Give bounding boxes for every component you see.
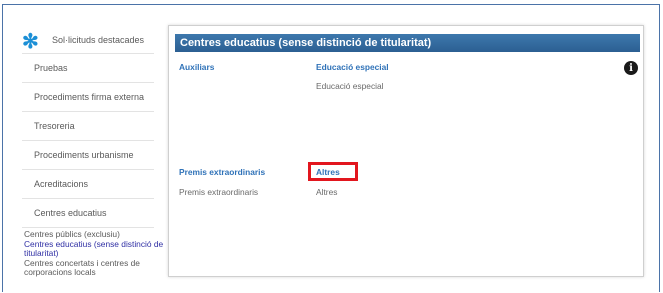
panel-title: Centres educatius (sense distinció de ti… — [175, 34, 640, 52]
item-premis-extraordinaris: Premis extraordinaris — [179, 187, 259, 197]
sub-item-centres-concertats[interactable]: Centres concertats i centres de corporac… — [24, 258, 174, 278]
category-auxiliars[interactable]: Auxiliars — [179, 62, 214, 72]
sidebar-item-label: Centres educatius — [34, 208, 107, 218]
sub-item-centres-educatius-sense-distincio[interactable]: Centres educatius (sense distinció de ti… — [24, 239, 174, 259]
sidebar-item-sol-licituds-destacades[interactable]: ✻ Sol·licituds destacades — [22, 26, 154, 54]
sidebar-item-label: Procediments firma externa — [34, 92, 145, 102]
sidebar-item-procediments-firma-externa[interactable]: Procediments firma externa — [22, 83, 154, 112]
sidebar-item-pruebas[interactable]: Pruebas — [22, 54, 154, 83]
sidebar-item-label: Pruebas — [34, 63, 68, 73]
sidebar-item-label: Sol·licituds destacades — [52, 34, 145, 45]
sidebar: ✻ Sol·licituds destacades Pruebas Proced… — [22, 26, 154, 228]
info-icon[interactable]: i — [624, 61, 638, 75]
link-educacio-especial[interactable]: Educació especial — [316, 62, 389, 72]
highlight-box — [308, 162, 358, 181]
content-panel: Centres educatius (sense distinció de ti… — [168, 25, 644, 277]
sidebar-item-procediments-urbanisme[interactable]: Procediments urbanisme — [22, 141, 154, 170]
sidebar-sub-list: Centres públics (exclusiu) Centres educa… — [24, 229, 174, 278]
sidebar-item-tresoreria[interactable]: Tresoreria — [22, 112, 154, 141]
item-altres: Altres — [316, 187, 338, 197]
item-educacio-especial: Educació especial — [316, 81, 384, 91]
sidebar-item-label: Tresoreria — [34, 121, 75, 131]
sidebar-item-acreditacions[interactable]: Acreditacions — [22, 170, 154, 199]
sidebar-item-centres-educatius[interactable]: Centres educatius — [22, 199, 154, 228]
sidebar-item-label: Acreditacions — [34, 179, 89, 189]
asterisk-icon: ✻ — [22, 30, 39, 53]
sidebar-item-label: Procediments urbanisme — [34, 150, 134, 160]
category-premis-extraordinaris[interactable]: Premis extraordinaris — [179, 167, 265, 177]
